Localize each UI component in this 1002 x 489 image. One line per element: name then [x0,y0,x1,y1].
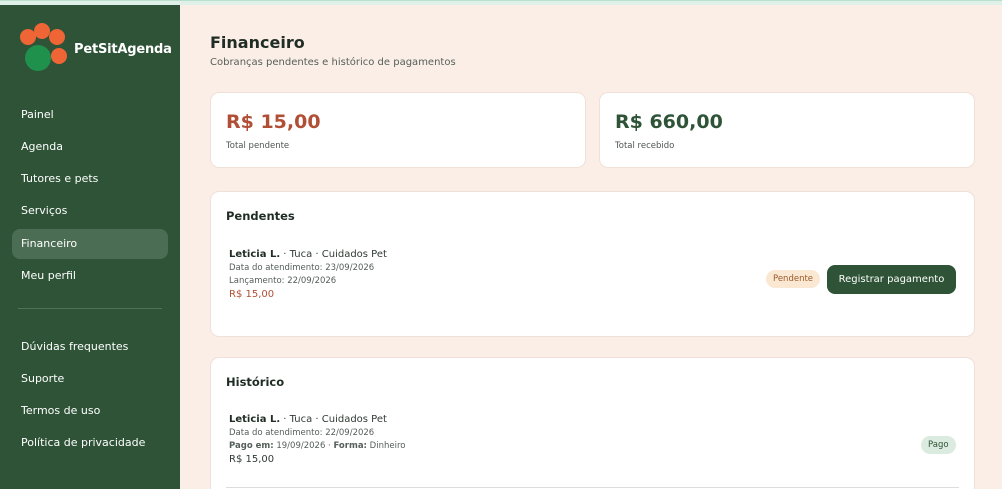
client-name: Leticia L. [229,414,281,425]
sidebar-divider [18,308,162,309]
pet-service-details: · Tuca · Cuidados Pet [280,414,387,425]
method-label: Forma: [333,441,367,451]
pending-entry-title: Leticia L. · Tuca · Cuidados Pet [229,249,387,260]
paw-logo-icon [16,23,68,75]
pending-section-title: Pendentes [226,209,295,223]
received-total-value: R$ 660,00 [615,111,723,133]
history-amount: R$ 15,00 [229,454,275,465]
history-entry-title: Leticia L. · Tuca · Cuidados Pet [229,414,405,425]
pet-service-details: · Tuca · Cuidados Pet [280,249,387,260]
service-date: Data do atendimento: 23/09/2026 [229,263,375,273]
app-name: PetSitAgenda [74,41,172,57]
page-subtitle: Cobranças pendentes e histórico de pagam… [210,57,456,68]
sidebar-item-painel[interactable]: Painel [12,100,168,130]
sidebar-item-servicos[interactable]: Serviços [12,196,168,226]
service-date: Data do atendimento: 22/09/2026 [229,428,375,438]
entry-date: Lançamento: 22/09/2026 [229,276,337,286]
paid-label: Pago em: [229,441,274,451]
register-payment-button[interactable]: Registrar pagamento [827,265,956,294]
sidebar: PetSitAgenda Painel Agenda Tutores e pet… [0,5,180,489]
client-name: Leticia L. [229,249,281,260]
history-section-title: Histórico [226,375,285,389]
row-divider [226,487,959,488]
history-entry: Leticia L. · Tuca · Cuidados Pet Data do… [229,414,405,465]
sidebar-item-duvidas[interactable]: Dúvidas frequentes [12,332,168,362]
pending-section: Pendentes Leticia L. · Tuca · Cuidados P… [210,191,975,337]
sidebar-item-privacidade[interactable]: Política de privacidade [12,428,168,458]
sidebar-item-tutores[interactable]: Tutores e pets [12,164,168,194]
pending-total-value: R$ 15,00 [226,111,321,133]
status-badge: Pendente [766,270,821,288]
history-section: Histórico Leticia L. · Tuca · Cuidados P… [210,357,975,489]
received-total-label: Total recebido [615,141,675,151]
payment-info: Pago em: 19/09/2026 · Forma: Dinheiro [229,441,405,451]
sidebar-item-suporte[interactable]: Suporte [12,364,168,394]
sidebar-item-financeiro[interactable]: Financeiro [12,229,168,259]
main-content: Financeiro Cobranças pendentes e históri… [180,5,1002,489]
brand[interactable]: PetSitAgenda [16,23,172,75]
received-total-card: R$ 660,00 Total recebido [599,92,975,168]
pending-entry: Leticia L. · Tuca · Cuidados Pet Data do… [229,249,387,300]
pending-total-card: R$ 15,00 Total pendente [210,92,586,168]
payment-method: Dinheiro [366,441,406,451]
sidebar-item-termos[interactable]: Termos de uso [12,396,168,426]
paid-badge: Pago [921,436,956,454]
page-title: Financeiro [210,33,305,52]
pending-amount: R$ 15,00 [229,289,275,300]
paid-date: 19/09/2026 · [273,441,334,451]
sidebar-item-agenda[interactable]: Agenda [12,132,168,162]
sidebar-item-perfil[interactable]: Meu perfil [12,261,168,291]
pending-total-label: Total pendente [226,141,290,151]
